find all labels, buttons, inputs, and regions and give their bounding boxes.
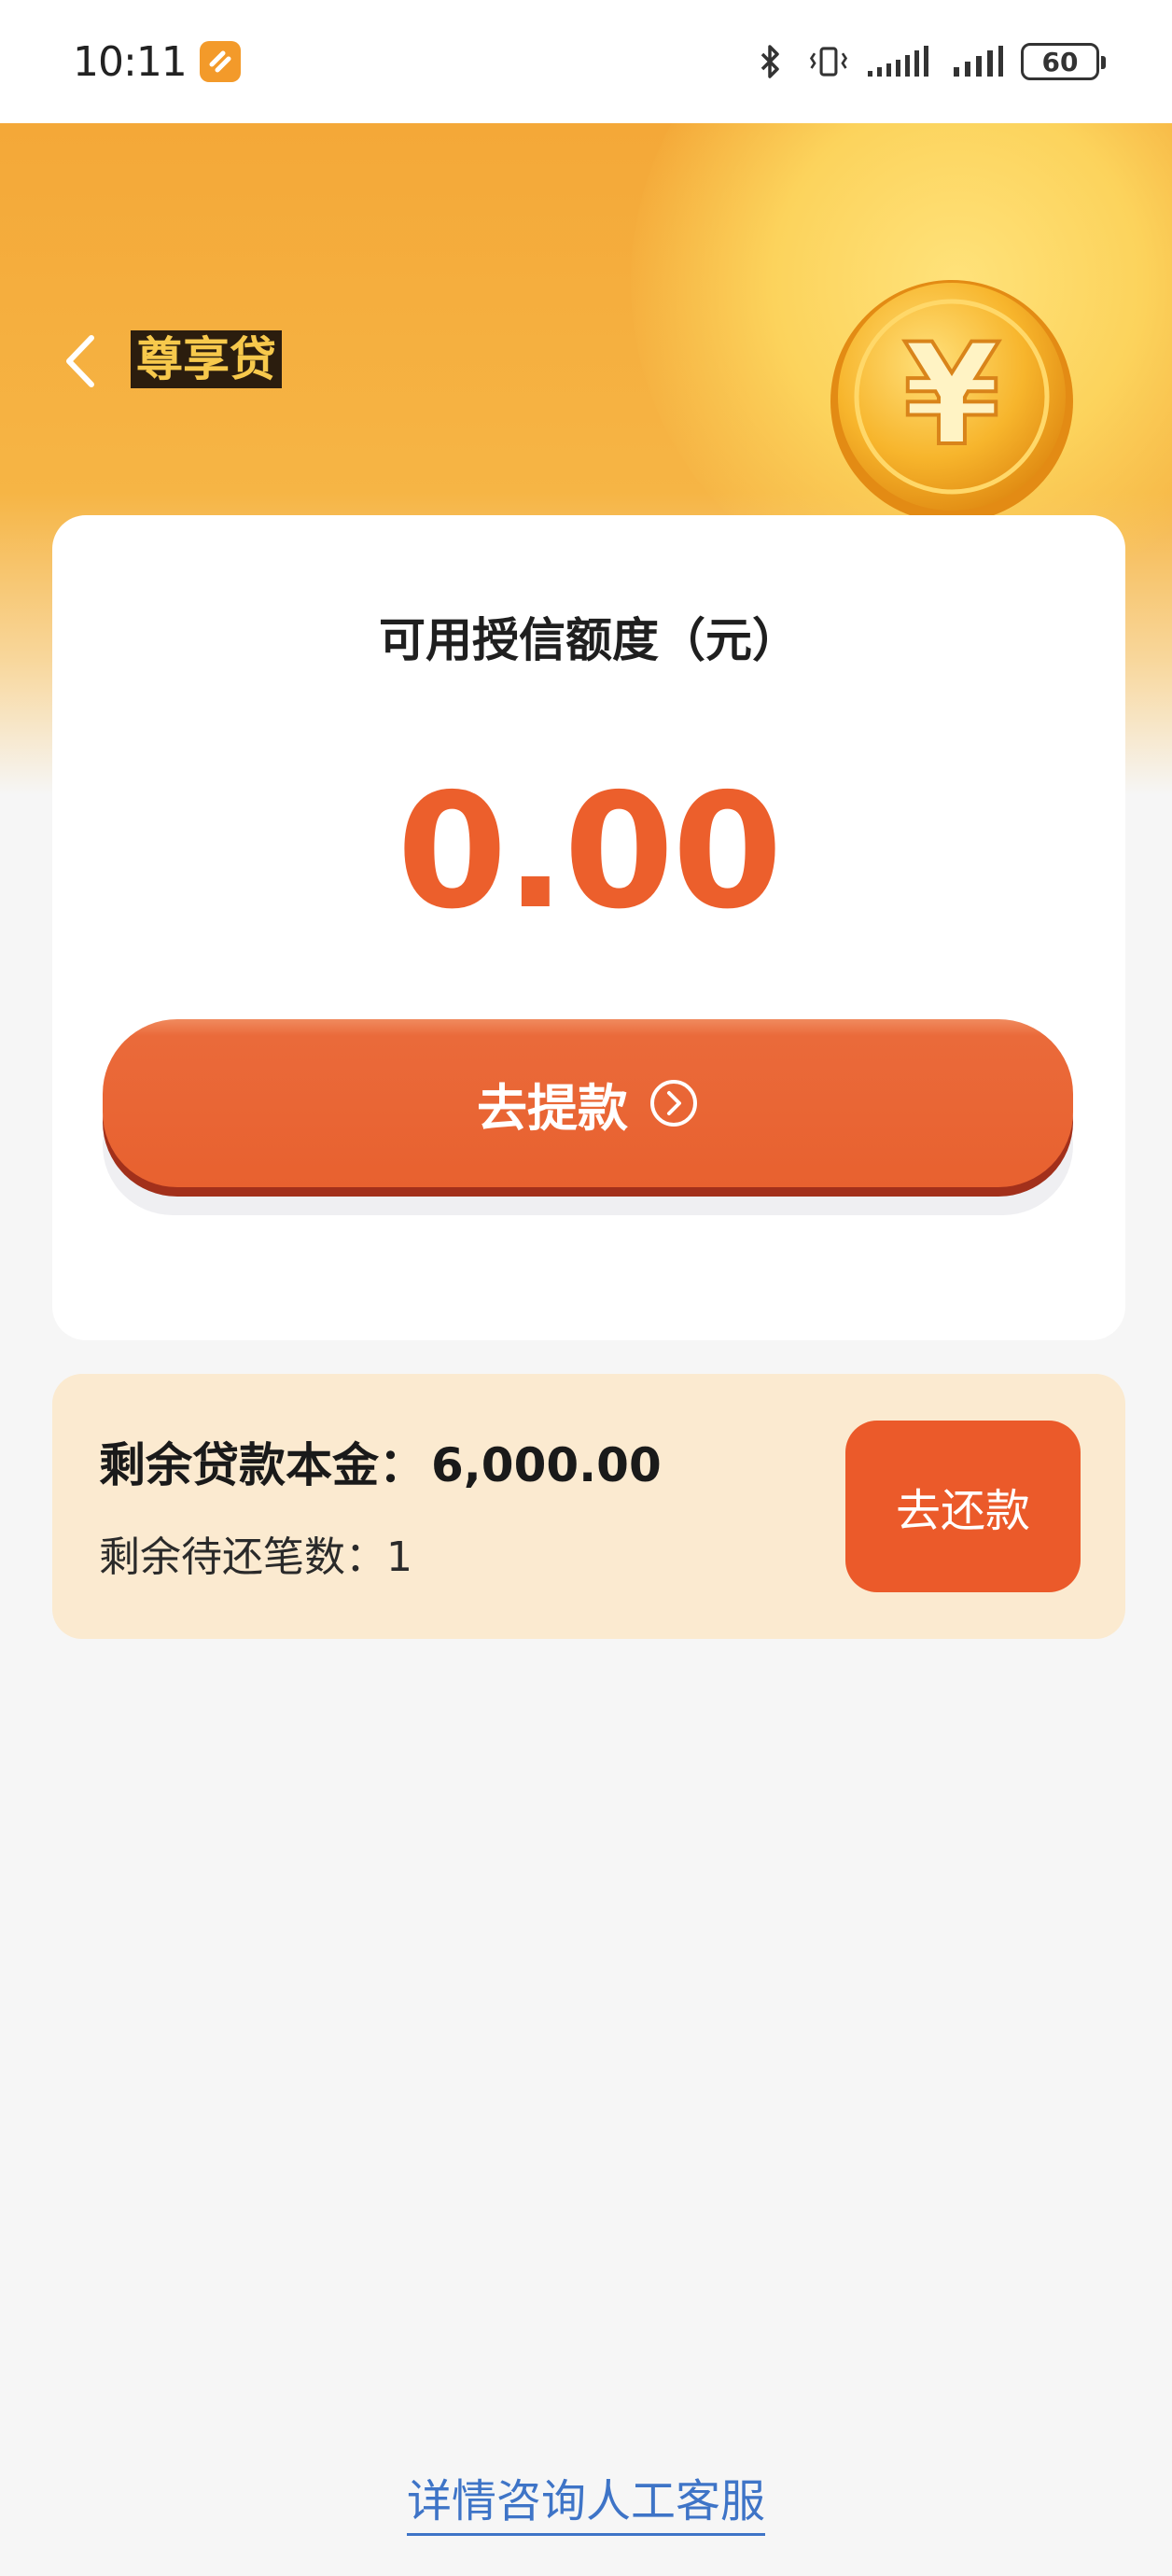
coin-symbol: ¥ [903,315,1000,477]
credit-card: 可用授信额度（元） 0.00 去提款 [52,515,1125,1340]
status-time: 10:11 [73,37,188,86]
service-link-row: 详情咨询人工客服 [0,2464,1172,2536]
status-bar: 10:11 60 [0,0,1172,123]
status-right: 60 [750,41,1106,82]
credit-label: 可用授信额度（元） [379,613,799,667]
withdraw-button[interactable]: 去提款 [103,1019,1073,1215]
withdraw-button-face[interactable]: 去提款 [103,1019,1073,1187]
loan-principal-value: 6,000.00 [431,1438,662,1492]
withdraw-label: 去提款 [477,1078,628,1138]
battery-level: 60 [1041,46,1079,77]
repay-button[interactable]: 去还款 [845,1421,1081,1592]
status-left: 10:11 [73,38,241,86]
coin-icon: ¥ [812,261,1092,541]
signal-icon [952,41,1004,82]
loan-card: 剩余贷款本金： 6,000.00 剩余待还笔数：1 去还款 [52,1374,1125,1639]
loan-principal: 剩余贷款本金： 6,000.00 [99,1428,662,1495]
bluetooth-icon [750,41,791,82]
credit-amount: 0.00 [397,760,782,945]
loan-principal-label: 剩余贷款本金： [99,1438,426,1492]
battery-icon: 60 [1021,43,1106,80]
vibrate-icon [808,41,849,82]
chevron-right-circle-icon [649,1078,699,1128]
page-title: 尊享贷 [131,330,282,388]
chevron-left-icon[interactable] [58,329,105,394]
loan-count-label: 剩余待还笔数： [99,1533,386,1581]
loan-count-value: 1 [386,1533,412,1581]
app-notification-icon [199,41,241,82]
service-link[interactable]: 详情咨询人工客服 [406,2464,765,2536]
loan-count: 剩余待还笔数：1 [99,1523,412,1583]
signal-icon [866,41,935,82]
